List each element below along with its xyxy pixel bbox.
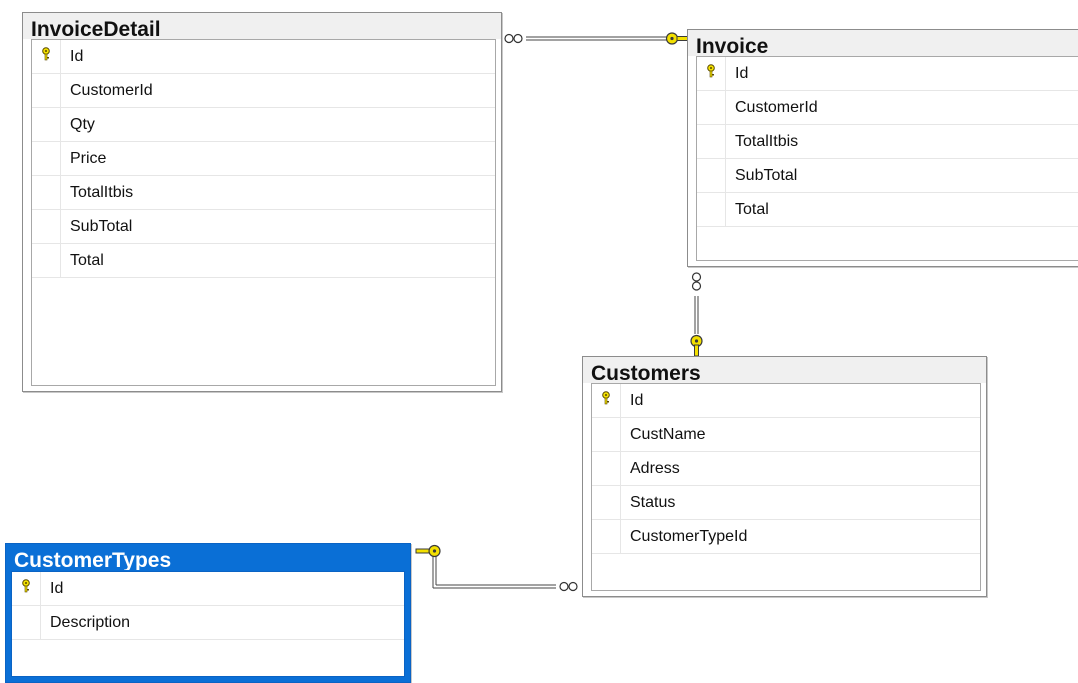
column-row[interactable]: TotalItbis — [32, 176, 495, 210]
row-selector[interactable] — [697, 159, 726, 192]
column-name: Adress — [630, 459, 680, 477]
key-icon — [21, 579, 31, 598]
column-name: Id — [70, 47, 84, 65]
column-name: CustomerId — [735, 98, 818, 116]
key-connector-icon — [690, 334, 703, 357]
infinity-connector-icon — [691, 272, 702, 291]
table-customertypes[interactable]: CustomerTypes Id Description — [5, 543, 411, 683]
row-selector[interactable] — [697, 125, 726, 158]
column-row[interactable]: Id — [697, 57, 1078, 91]
row-selector[interactable] — [12, 572, 41, 605]
column-row[interactable]: Status — [592, 486, 980, 520]
row-selector[interactable] — [592, 520, 621, 553]
column-row[interactable]: Total — [697, 193, 1078, 227]
column-list[interactable]: Id Description — [11, 571, 405, 677]
table-invoicedetail[interactable]: InvoiceDetail Id CustomerId Qty Price TotalI… — [22, 12, 502, 392]
column-name: SubTotal — [735, 166, 798, 184]
column-name: Id — [735, 64, 749, 82]
key-icon — [706, 64, 716, 83]
column-list[interactable]: Id CustName Adress Status CustomerTypeId — [591, 383, 981, 591]
column-row[interactable]: SubTotal — [697, 159, 1078, 193]
row-selector[interactable] — [32, 210, 61, 243]
row-selector[interactable] — [697, 91, 726, 124]
row-selector[interactable] — [32, 142, 61, 175]
column-row[interactable]: Id — [32, 40, 495, 74]
table-title[interactable]: InvoiceDetail — [23, 13, 501, 39]
column-list[interactable]: Id CustomerId TotalItbis SubTotal Total — [696, 56, 1078, 261]
column-row[interactable]: TotalItbis — [697, 125, 1078, 159]
row-selector[interactable] — [32, 40, 61, 73]
row-selector[interactable] — [592, 452, 621, 485]
row-selector[interactable] — [697, 193, 726, 226]
column-name: TotalItbis — [735, 132, 799, 150]
table-title[interactable]: Invoice — [688, 30, 1078, 56]
key-icon — [41, 47, 51, 66]
key-icon — [601, 391, 611, 410]
row-selector[interactable] — [592, 486, 621, 519]
column-name: SubTotal — [70, 217, 133, 235]
column-row[interactable]: SubTotal — [32, 210, 495, 244]
column-name: CustomerTypeId — [630, 527, 748, 545]
column-row[interactable]: Id — [12, 572, 404, 606]
relationship-invoice-customers[interactable] — [690, 272, 703, 357]
row-selector[interactable] — [32, 74, 61, 107]
column-row[interactable]: Id — [592, 384, 980, 418]
column-row[interactable]: Total — [32, 244, 495, 278]
column-row[interactable]: CustomerId — [697, 91, 1078, 125]
column-name: Description — [50, 613, 131, 631]
column-name: TotalItbis — [70, 183, 134, 201]
column-row[interactable]: Adress — [592, 452, 980, 486]
table-title[interactable]: CustomerTypes — [6, 544, 410, 570]
column-name: Id — [630, 391, 644, 409]
column-row[interactable]: Price — [32, 142, 495, 176]
row-selector[interactable] — [697, 57, 726, 90]
row-selector[interactable] — [12, 606, 41, 639]
column-name: CustName — [630, 425, 706, 443]
row-selector[interactable] — [32, 176, 61, 209]
table-invoice[interactable]: Invoice Id CustomerId TotalItbis SubTotal To… — [687, 29, 1078, 267]
column-name: Qty — [70, 115, 95, 133]
infinity-connector-icon — [559, 581, 578, 592]
column-name: Id — [50, 579, 64, 597]
row-selector[interactable] — [592, 384, 621, 417]
column-row[interactable]: CustomerId — [32, 74, 495, 108]
column-name: Status — [630, 493, 676, 511]
key-connector-icon — [665, 32, 690, 45]
row-selector[interactable] — [32, 244, 61, 277]
infinity-connector-icon — [504, 33, 523, 44]
column-list[interactable]: Id CustomerId Qty Price TotalItbis SubTotal To… — [31, 39, 496, 386]
column-row[interactable]: Description — [12, 606, 404, 640]
column-name: Total — [70, 251, 104, 269]
relationship-invoicedetail-invoice[interactable] — [504, 32, 690, 45]
column-name: Price — [70, 149, 107, 167]
relationship-customertypes-customers[interactable] — [415, 544, 578, 592]
row-selector[interactable] — [32, 108, 61, 141]
column-row[interactable]: Qty — [32, 108, 495, 142]
column-name: CustomerId — [70, 81, 153, 99]
column-name: Total — [735, 200, 769, 218]
column-row[interactable]: CustName — [592, 418, 980, 452]
table-title[interactable]: Customers — [583, 357, 986, 383]
column-row[interactable]: CustomerTypeId — [592, 520, 980, 554]
key-connector-icon — [415, 544, 441, 558]
table-customers[interactable]: Customers Id CustName Adress Status Customer… — [582, 356, 987, 597]
row-selector[interactable] — [592, 418, 621, 451]
